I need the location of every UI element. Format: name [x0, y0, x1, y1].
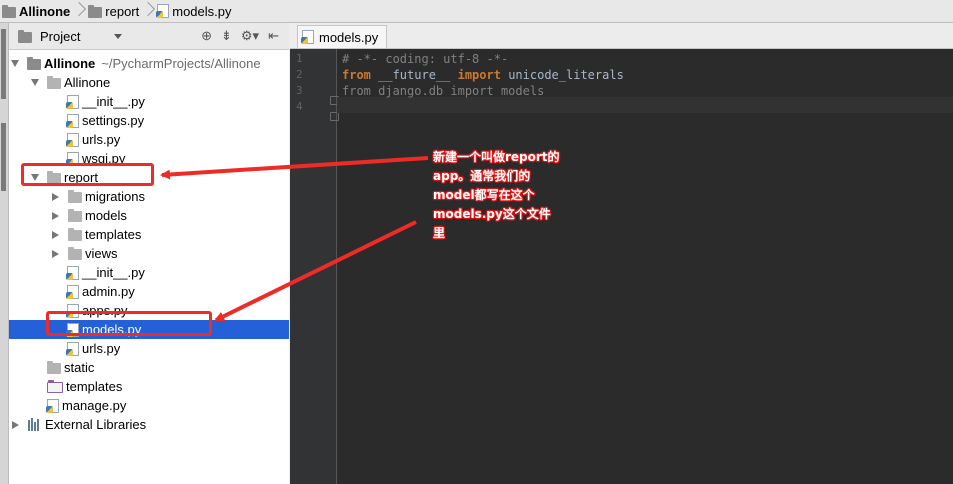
arrow-to-report [160, 156, 429, 180]
annotation-line: app。通常我们的 [433, 169, 531, 183]
annotation-line: 新建一个叫做report的 [433, 150, 560, 164]
annotation-line: model都写在这个 [433, 188, 535, 202]
annotation-line: models.py这个文件 [433, 207, 551, 221]
annotation-line: 里 [433, 226, 446, 240]
annotation-note: 新建一个叫做report的 app。通常我们的 model都写在这个 models.p… [433, 148, 583, 243]
arrow-to-models-py [214, 220, 417, 322]
